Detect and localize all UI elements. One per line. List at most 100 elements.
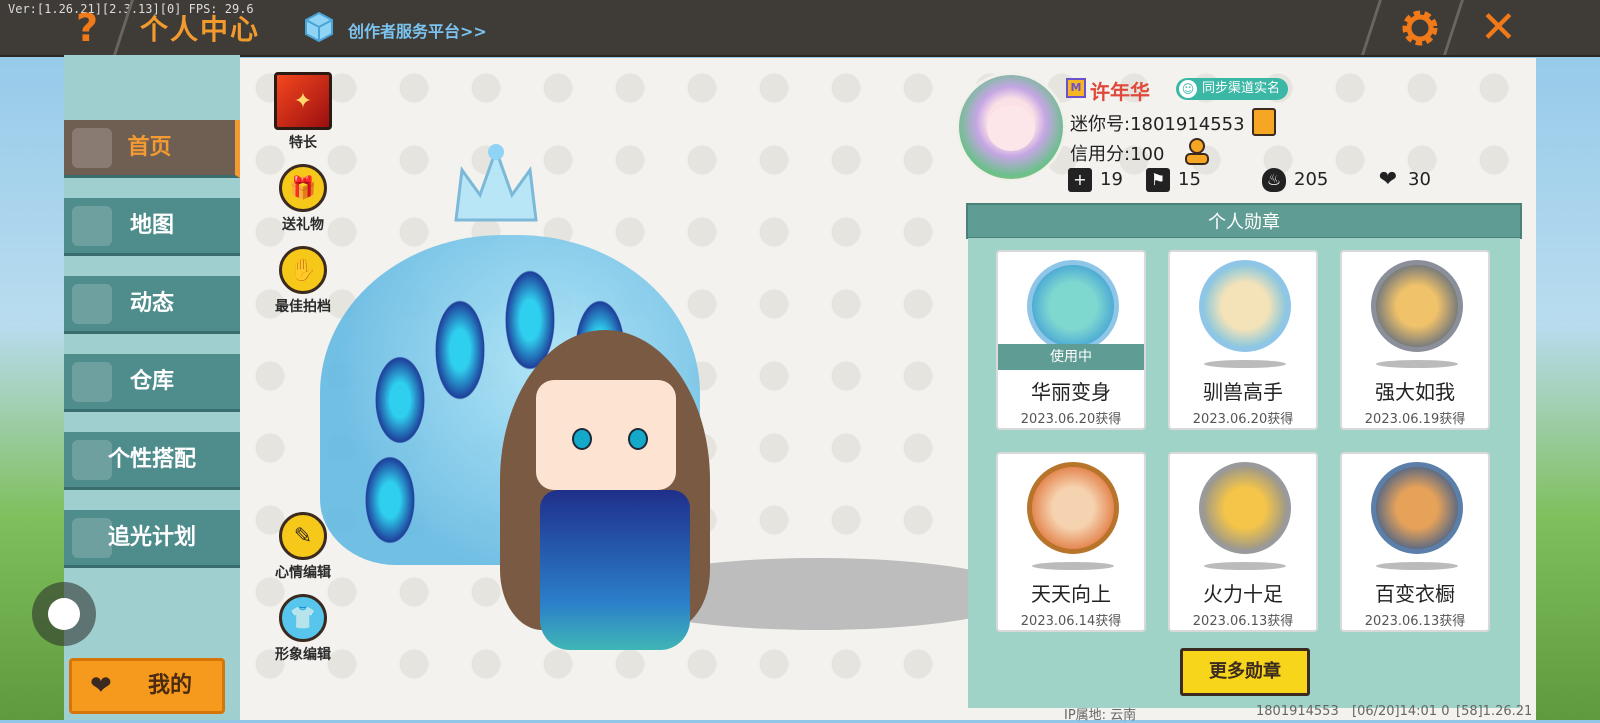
send-gift-button[interactable]: 🎁 送礼物	[258, 164, 348, 234]
specialty-label: 特长	[289, 135, 317, 151]
stat-likes: ❤ 30	[1376, 168, 1431, 192]
medal-name: 强大如我	[1375, 380, 1455, 404]
stat-value: 30	[1408, 169, 1431, 190]
outfit-icon	[72, 440, 112, 480]
nav-label: 首页	[127, 135, 172, 160]
bookmark-icon: +	[1068, 168, 1092, 192]
copy-icon[interactable]	[1252, 108, 1276, 136]
nav-label: 个性搭配	[107, 447, 196, 472]
medal-transform-icon	[1027, 260, 1119, 352]
stat-value: 19	[1100, 169, 1123, 190]
username: 许年华	[1090, 80, 1150, 104]
best-partner-label: 最佳拍档	[275, 299, 331, 315]
crown-art	[454, 144, 538, 222]
medal-tamer-icon	[1199, 260, 1291, 352]
nav-item-outfit[interactable]: 个性搭配	[64, 432, 240, 490]
character-dress-art	[540, 490, 690, 650]
avatar[interactable]	[956, 72, 1066, 182]
gift-icon: 🎁	[279, 164, 327, 212]
floating-joystick[interactable]	[32, 582, 96, 646]
credit-person-icon[interactable]	[1182, 136, 1212, 166]
mine-button[interactable]: ❤ 我的	[69, 658, 225, 714]
best-partner-button[interactable]: ✋ 最佳拍档	[258, 246, 348, 316]
medal-strong-icon	[1371, 260, 1463, 352]
nav-item-lightchase[interactable]: 追光计划	[64, 510, 240, 568]
character-eye	[628, 428, 648, 450]
flame-icon: ♨	[1262, 168, 1286, 192]
medal-name: 百变衣橱	[1375, 582, 1455, 606]
vip-icon: M	[1066, 78, 1086, 98]
help-icon[interactable]: ?	[76, 6, 98, 50]
medal-date: 2023.06.13获得	[1192, 614, 1294, 629]
divider	[1443, 0, 1464, 55]
realname-badge[interactable]: ☺ 同步渠道实名	[1176, 78, 1289, 100]
joystick-knob[interactable]	[48, 598, 80, 630]
specialty-button[interactable]: ✦ 特长	[258, 72, 348, 152]
medal-date: 2023.06.13获得	[1364, 614, 1466, 629]
medal-card[interactable]: 火力十足 2023.06.13获得	[1168, 452, 1318, 632]
nav-label: 追光计划	[107, 525, 196, 550]
avatar-face	[987, 105, 1035, 151]
medal-card[interactable]: 使用中 华丽变身 2023.06.20获得	[996, 250, 1146, 430]
nav-label: 地图	[129, 213, 174, 238]
stat-follow: +19	[1068, 168, 1123, 192]
medal-date: 2023.06.19获得	[1364, 412, 1466, 427]
medal-shadow	[1204, 562, 1286, 570]
stat-hot: ♨ 205	[1262, 168, 1328, 192]
edit-icon: ✎	[279, 512, 327, 560]
map-icon	[72, 206, 112, 246]
credit-score: 信用分:100	[1070, 144, 1165, 165]
mini-id: 迷你号:1801914553	[1070, 114, 1245, 135]
medal-name: 华丽变身	[1031, 380, 1111, 404]
medal-name: 天天向上	[1031, 582, 1111, 606]
mood-edit-button[interactable]: ✎ 心情编辑	[258, 512, 348, 582]
medal-card[interactable]: 百变衣橱 2023.06.13获得	[1340, 452, 1490, 632]
home-icon	[72, 128, 112, 168]
medal-card[interactable]: 驯兽高手 2023.06.20获得	[1168, 250, 1318, 430]
mine-label: 我的	[148, 673, 193, 698]
stat-value: 15	[1178, 169, 1201, 190]
medal-date: 2023.06.20获得	[1192, 412, 1294, 427]
mood-edit-label: 心情编辑	[275, 565, 331, 581]
medal-shadow	[1376, 360, 1458, 368]
medal-card[interactable]: 天天向上 2023.06.14获得	[996, 452, 1146, 632]
character-face-art	[536, 380, 676, 490]
clothes-icon: 👕	[279, 594, 327, 642]
in-use-badge: 使用中	[998, 344, 1144, 370]
person-icon: ☺	[1179, 80, 1197, 98]
avatar-edit-button[interactable]: 👕 形象编辑	[258, 594, 348, 664]
send-gift-label: 送礼物	[282, 217, 324, 233]
more-medals-button[interactable]: 更多勋章	[1180, 648, 1310, 696]
nav-item-feed[interactable]: 动态	[64, 276, 240, 334]
gear-icon[interactable]	[1398, 6, 1442, 50]
avatar-edit-label: 形象编辑	[275, 647, 331, 663]
medal-wardrobe-icon	[1371, 462, 1463, 554]
creator-cube-icon[interactable]	[303, 11, 335, 43]
close-icon[interactable]: ✕	[1480, 2, 1517, 53]
divider	[1361, 0, 1382, 55]
creator-platform-link[interactable]: 创作者服务平台>>	[348, 18, 487, 42]
medal-name: 驯兽高手	[1203, 380, 1283, 404]
lightchase-icon	[72, 518, 112, 558]
nav-item-home[interactable]: 首页	[64, 120, 240, 178]
stat-value: 205	[1294, 169, 1329, 190]
footer-time: [06/20]14:01 0	[1352, 704, 1450, 719]
specialty-icon: ✦	[274, 72, 332, 130]
medal-daily-icon	[1027, 462, 1119, 554]
footer-build: [58]1.26.21	[1456, 704, 1533, 719]
medal-firepower-icon	[1199, 462, 1291, 554]
bell-icon	[72, 284, 112, 324]
medal-card[interactable]: 强大如我 2023.06.19获得	[1340, 250, 1490, 430]
character-eye	[572, 428, 592, 450]
nav-label: 动态	[129, 291, 174, 316]
nav-label: 仓库	[129, 369, 174, 394]
medal-shadow	[1376, 562, 1458, 570]
medal-name: 火力十足	[1203, 582, 1283, 606]
medal-date: 2023.06.20获得	[1020, 412, 1122, 427]
top-bar: Ver:[1.26.21][2.3.13][0] FPS: 29.6 ? 个人中…	[0, 0, 1600, 57]
stat-fans: ⚑ 15	[1146, 168, 1201, 192]
medal-shadow	[1204, 360, 1286, 368]
ip-location: IP属地: 云南	[1064, 708, 1137, 723]
nav-item-map[interactable]: 地图	[64, 198, 240, 256]
nav-item-warehouse[interactable]: 仓库	[64, 354, 240, 412]
